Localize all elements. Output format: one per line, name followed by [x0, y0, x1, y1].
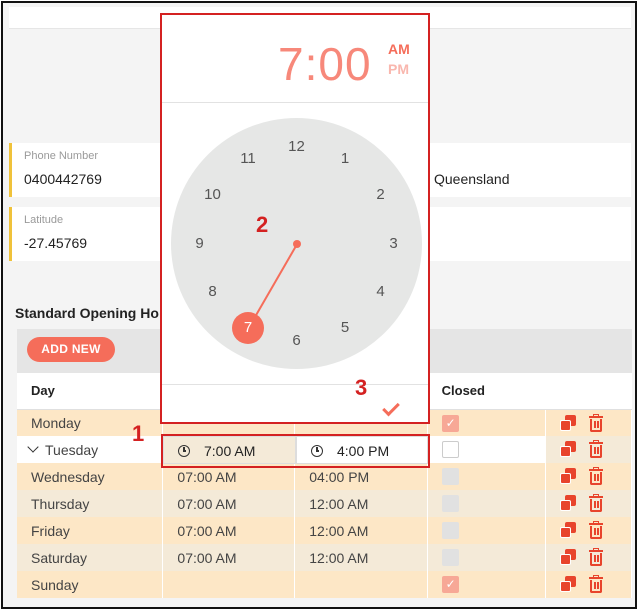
dial-hour-9[interactable]: 9	[188, 234, 212, 254]
actions-cell	[545, 463, 632, 490]
close-cell[interactable]: 12:00 AM	[294, 544, 429, 571]
day-cell: Thursday	[17, 490, 164, 517]
trash-icon[interactable]	[588, 494, 604, 513]
closed-cell	[427, 490, 547, 517]
table-row[interactable]: Sunday ✓	[17, 571, 632, 598]
dial-hour-1[interactable]: 1	[333, 149, 357, 169]
day-label: Tuesday	[45, 441, 99, 458]
day-cell: Saturday	[17, 544, 164, 571]
clock-center-dot	[292, 239, 301, 248]
actions-cell	[545, 544, 632, 571]
clock-dial[interactable]: 12 1 2 3 4 5 6 7 8 9 10 11	[171, 118, 422, 369]
actions-cell	[545, 409, 632, 436]
table-row[interactable]: Friday 07:00 AM 12:00 AM	[17, 517, 632, 544]
open-cell[interactable]	[162, 571, 296, 598]
open-cell[interactable]: 07:00 AM	[162, 490, 296, 517]
trash-icon[interactable]	[588, 467, 604, 486]
dial-hour-4[interactable]: 4	[369, 282, 393, 302]
time-picker-footer	[162, 384, 428, 422]
latitude-value: -27.45769	[24, 235, 88, 251]
closed-checkbox[interactable]	[442, 495, 460, 513]
longitude-card[interactable]	[428, 207, 631, 261]
closed-cell	[427, 436, 547, 463]
time-picker-dialog: 7:00 AM PM 12 1 2 3 4 5 6 7 8 9 10 11	[160, 13, 430, 424]
closed-cell	[427, 517, 547, 544]
highlight-box-time-inputs	[161, 434, 430, 468]
closed-checkbox[interactable]	[442, 468, 460, 486]
day-cell: Friday	[17, 517, 164, 544]
col-day: Day	[17, 373, 163, 410]
closed-checkbox[interactable]	[442, 441, 460, 459]
copy-icon[interactable]	[560, 468, 577, 485]
table-row[interactable]: Saturday 07:00 AM 12:00 AM	[17, 544, 632, 571]
latitude-label: Latitude	[24, 214, 64, 226]
pm-toggle[interactable]: PM	[388, 61, 409, 77]
section-title: Standard Opening Ho	[15, 305, 159, 321]
actions-cell	[545, 571, 632, 598]
day-cell: Wednesday	[17, 463, 164, 490]
dial-hour-6[interactable]: 6	[285, 331, 309, 351]
open-cell[interactable]: 07:00 AM	[162, 517, 296, 544]
closed-cell: ✓	[427, 571, 547, 598]
trash-icon[interactable]	[588, 548, 604, 567]
dial-hour-2[interactable]: 2	[369, 185, 393, 205]
close-cell[interactable]: 12:00 AM	[294, 517, 429, 544]
actions-cell	[545, 490, 632, 517]
dial-hour-3[interactable]: 3	[382, 234, 406, 254]
open-cell[interactable]: 07:00 AM	[162, 544, 296, 571]
dial-hour-selected[interactable]: 7	[232, 311, 264, 344]
copy-icon[interactable]	[560, 576, 577, 593]
col-closed: Closed	[427, 373, 546, 410]
closed-cell	[427, 463, 547, 490]
closed-checkbox[interactable]	[442, 522, 460, 540]
clock-hand	[255, 243, 298, 315]
phone-number-card[interactable]: Phone Number 0400442769	[9, 143, 161, 197]
closed-cell: ✓	[427, 409, 547, 436]
closed-checkbox[interactable]: ✓	[442, 414, 460, 432]
dial-hour-10[interactable]: 10	[200, 185, 224, 205]
col-actions	[545, 373, 632, 410]
dial-hour-11[interactable]: 11	[236, 149, 260, 169]
state-card[interactable]: Queensland	[428, 143, 631, 197]
step-marker-1: 1	[132, 421, 145, 446]
chevron-down-icon[interactable]	[27, 440, 39, 453]
picker-time-display[interactable]: 7:00	[278, 37, 372, 91]
dial-hour-12[interactable]: 12	[285, 137, 309, 157]
trash-icon[interactable]	[588, 575, 604, 594]
step-marker-2: 2	[256, 212, 269, 237]
close-cell[interactable]	[294, 571, 429, 598]
step-marker-3: 3	[355, 375, 368, 400]
app-window: Phone Number 0400442769 Queensland Latit…	[1, 1, 637, 609]
actions-cell	[545, 517, 632, 544]
trash-icon[interactable]	[588, 521, 604, 540]
trash-icon[interactable]	[588, 440, 604, 459]
state-value: Queensland	[434, 171, 510, 187]
copy-icon[interactable]	[560, 414, 577, 432]
am-toggle[interactable]: AM	[388, 41, 410, 57]
dial-hour-5[interactable]: 5	[333, 318, 357, 338]
phone-number-value: 0400442769	[24, 171, 102, 187]
dial-hour-8[interactable]: 8	[200, 282, 224, 302]
close-cell[interactable]: 12:00 AM	[294, 490, 429, 517]
copy-icon[interactable]	[560, 441, 577, 458]
copy-icon[interactable]	[560, 495, 577, 512]
closed-checkbox[interactable]	[442, 549, 460, 567]
day-cell: Sunday	[17, 571, 164, 598]
latitude-card[interactable]: Latitude -27.45769	[9, 207, 161, 261]
copy-icon[interactable]	[560, 522, 577, 539]
time-picker-header: 7:00 AM PM	[162, 15, 428, 103]
phone-number-label: Phone Number	[24, 150, 98, 162]
actions-cell	[545, 436, 632, 463]
copy-icon[interactable]	[560, 549, 577, 566]
add-new-button[interactable]: ADD NEW	[27, 337, 115, 362]
check-icon[interactable]	[382, 398, 400, 417]
closed-cell	[427, 544, 547, 571]
trash-icon[interactable]	[588, 413, 604, 432]
table-row[interactable]: Thursday 07:00 AM 12:00 AM	[17, 490, 632, 517]
closed-checkbox[interactable]: ✓	[442, 576, 460, 594]
